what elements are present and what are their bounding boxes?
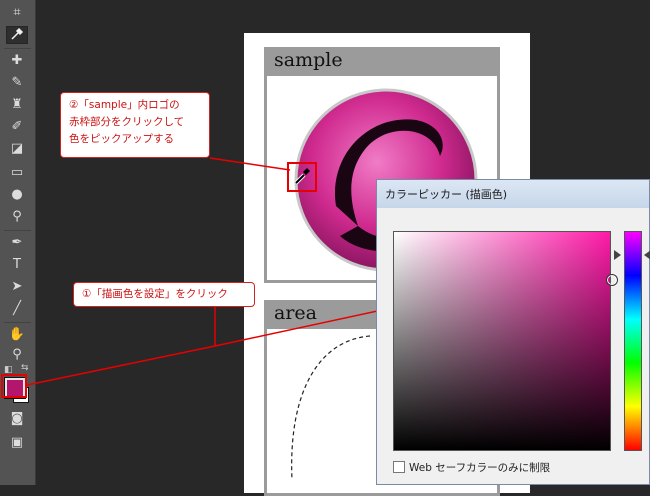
websafe-checkbox[interactable] [393, 461, 405, 473]
step2-line: 色をピックアップする [69, 133, 174, 145]
color-picker-dialog: カラーピッカー (描画色) Web セーフカラーのみに制限 [376, 179, 650, 485]
websafe-option[interactable]: Web セーフカラーのみに制限 [393, 460, 550, 475]
color-marker[interactable] [606, 274, 618, 286]
hue-slider-left-arrow[interactable] [614, 250, 621, 260]
dialog-title: カラーピッカー (描画色) [385, 188, 508, 201]
step2-callout: ②「sample」内ロゴの 赤枠部分をクリックして 色をピックアップする [60, 92, 210, 158]
hue-slider-right-arrow[interactable] [644, 250, 650, 260]
step1-callout: ①「描画色を設定」をクリック [73, 282, 255, 307]
dialog-titlebar[interactable]: カラーピッカー (描画色) [377, 180, 649, 208]
saturation-brightness-field[interactable] [393, 231, 611, 451]
hue-slider[interactable] [624, 231, 642, 451]
websafe-label: Web セーフカラーのみに制限 [409, 462, 551, 474]
